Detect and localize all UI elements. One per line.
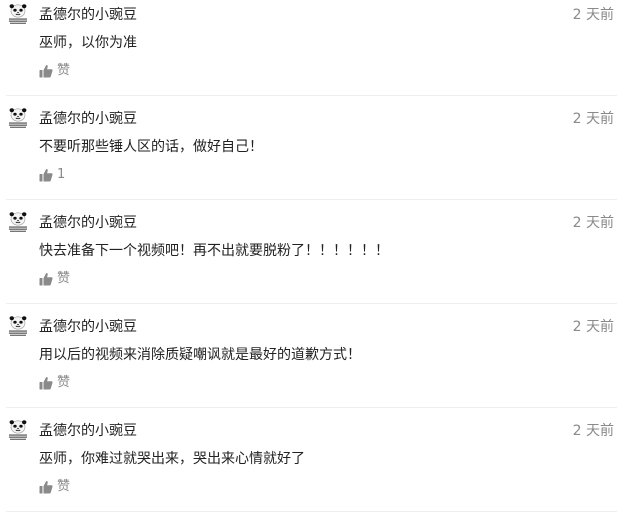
thumbs-up-icon bbox=[39, 272, 53, 286]
comment-time: 2 天前 bbox=[572, 319, 614, 335]
username[interactable]: 孟德尔的小豌豆 bbox=[39, 421, 137, 441]
user-avatar[interactable] bbox=[6, 211, 30, 235]
user-avatar[interactable] bbox=[6, 315, 30, 339]
like-button[interactable]: 1 bbox=[39, 166, 65, 184]
divider bbox=[6, 407, 617, 408]
comment-item: 孟德尔的小豌豆 2 天前 巫师，以你为准 赞 bbox=[0, 0, 625, 104]
comment-text: 不要听那些锤人区的话，做好自己！ bbox=[39, 139, 263, 155]
meme-panda-avatar-icon bbox=[6, 107, 30, 131]
username[interactable]: 孟德尔的小豌豆 bbox=[39, 109, 137, 129]
comment-item: 孟德尔的小豌豆 2 天前 巫师，你难过就哭出来，哭出来心情就好了 赞 bbox=[0, 416, 625, 520]
comment-item: 孟德尔的小豌豆 2 天前 用以后的视频来消除质疑嘲讽就是最好的道歉方式！ 赞 bbox=[0, 312, 625, 416]
comment-time: 2 天前 bbox=[572, 423, 614, 439]
like-button[interactable]: 赞 bbox=[39, 62, 70, 80]
user-avatar[interactable] bbox=[6, 3, 30, 27]
comment-list: 孟德尔的小豌豆 2 天前 巫师，以你为准 赞 孟德尔的小豌豆 2 天前 不要听那… bbox=[0, 0, 625, 515]
thumbs-up-icon bbox=[39, 64, 53, 78]
username[interactable]: 孟德尔的小豌豆 bbox=[39, 317, 137, 337]
meme-panda-avatar-icon bbox=[6, 211, 30, 235]
thumbs-up-icon bbox=[39, 376, 53, 390]
like-count: 赞 bbox=[57, 271, 71, 286]
like-count: 赞 bbox=[57, 63, 71, 78]
username[interactable]: 孟德尔的小豌豆 bbox=[39, 5, 137, 25]
like-button[interactable]: 赞 bbox=[39, 374, 70, 392]
divider bbox=[6, 303, 617, 304]
meme-panda-avatar-icon bbox=[6, 3, 30, 27]
divider bbox=[6, 511, 617, 512]
divider bbox=[6, 95, 617, 96]
username[interactable]: 孟德尔的小豌豆 bbox=[39, 213, 137, 233]
like-count: 1 bbox=[57, 167, 66, 182]
comment-text: 巫师，你难过就哭出来，哭出来心情就好了 bbox=[39, 451, 305, 467]
comment-time: 2 天前 bbox=[572, 215, 614, 231]
comment-time: 2 天前 bbox=[572, 111, 614, 127]
comment-text: 快去准备下一个视频吧！再不出就要脱粉了！！！！！！ bbox=[39, 243, 389, 259]
comment-item: 孟德尔的小豌豆 2 天前 不要听那些锤人区的话，做好自己！ 1 bbox=[0, 104, 625, 208]
like-button[interactable]: 赞 bbox=[39, 478, 70, 496]
like-button[interactable]: 赞 bbox=[39, 270, 70, 288]
meme-panda-avatar-icon bbox=[6, 315, 30, 339]
comment-text: 巫师，以你为准 bbox=[39, 35, 137, 51]
thumbs-up-icon bbox=[39, 480, 53, 494]
user-avatar[interactable] bbox=[6, 419, 30, 443]
like-count: 赞 bbox=[57, 375, 71, 390]
user-avatar[interactable] bbox=[6, 107, 30, 131]
comment-time: 2 天前 bbox=[572, 7, 614, 23]
divider bbox=[6, 199, 617, 200]
comment-item: 孟德尔的小豌豆 2 天前 快去准备下一个视频吧！再不出就要脱粉了！！！！！！ 赞 bbox=[0, 208, 625, 312]
meme-panda-avatar-icon bbox=[6, 419, 30, 443]
comment-text: 用以后的视频来消除质疑嘲讽就是最好的道歉方式！ bbox=[39, 347, 361, 363]
thumbs-up-icon bbox=[39, 168, 53, 182]
like-count: 赞 bbox=[57, 479, 71, 494]
